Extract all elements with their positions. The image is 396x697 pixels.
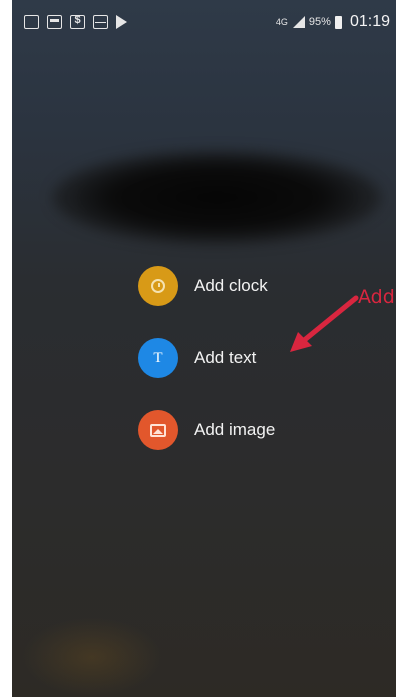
add-widget-menu: Add clock T Add text Add image	[138, 264, 275, 480]
image-glyph	[150, 423, 166, 437]
notification-icons	[12, 14, 127, 29]
mail-icon	[93, 15, 108, 29]
text-glyph: T	[153, 349, 163, 366]
add-clock-button[interactable]: Add clock	[138, 264, 275, 308]
text-icon: T	[138, 338, 178, 378]
add-text-button[interactable]: T Add text	[138, 336, 275, 380]
add-image-button[interactable]: Add image	[138, 408, 275, 452]
add-clock-label: Add clock	[194, 276, 268, 295]
status-indicators: 4G 95% 01:19	[275, 13, 396, 31]
signal-icon	[292, 16, 305, 28]
battery-percent: 95%	[308, 16, 331, 28]
blurred-background-region	[52, 150, 382, 245]
money-icon	[70, 14, 85, 29]
clock-icon	[138, 266, 178, 306]
network-type: 4G	[275, 17, 288, 27]
background-glow	[22, 617, 162, 697]
status-time: 01:19	[349, 13, 390, 30]
image-icon	[47, 15, 62, 29]
annotation-overlay: Add	[282, 280, 396, 370]
clock-glyph	[151, 279, 165, 293]
annotation-label: Add	[358, 286, 395, 308]
gallery-icon	[24, 15, 39, 29]
image-icon	[138, 410, 178, 450]
add-text-label: Add text	[194, 348, 257, 367]
status-bar: 4G 95% 01:19	[12, 0, 396, 44]
play-store-icon	[116, 15, 127, 29]
battery-icon	[334, 15, 342, 29]
phone-screen: 4G 95% 01:19 Add clock T Add text Add im…	[12, 0, 396, 697]
add-image-label: Add image	[194, 420, 276, 439]
